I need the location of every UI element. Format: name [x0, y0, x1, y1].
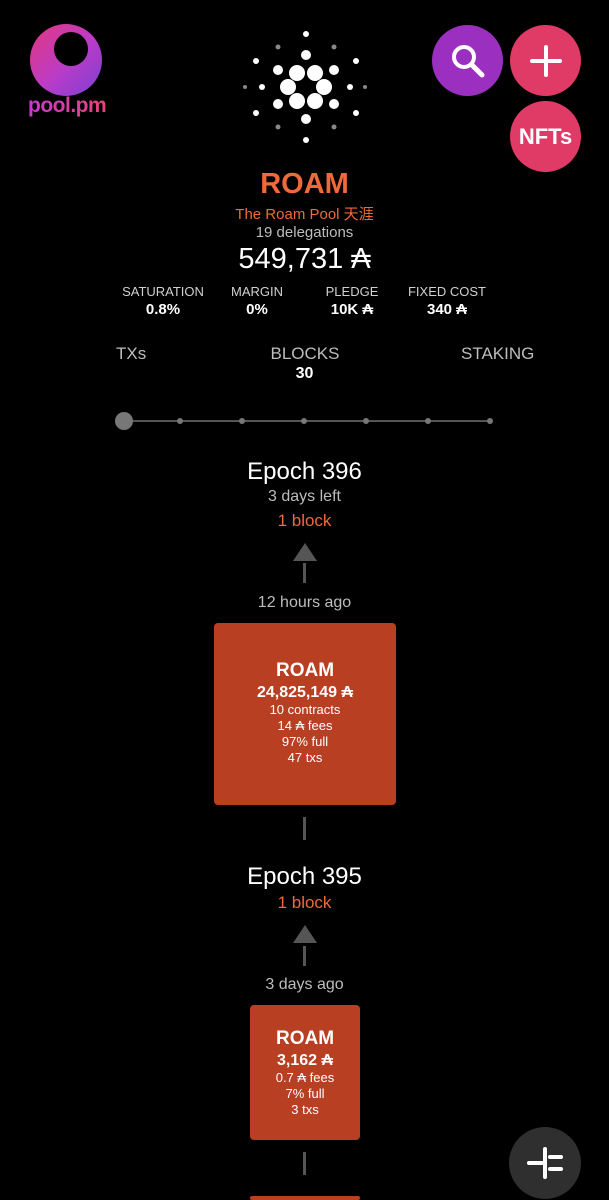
nfts-button-label: NFTs — [518, 123, 573, 149]
slider-tick[interactable] — [487, 418, 493, 424]
slider-tick[interactable] — [425, 418, 431, 424]
block-txs: 47 txs — [287, 750, 323, 765]
block-fees: 0.7 ₳ fees — [275, 1070, 335, 1085]
block-fees: 14 ₳ fees — [277, 718, 333, 733]
block-size: 3,162 ₳ — [276, 1052, 334, 1069]
tab-blocks-count: 30 — [295, 365, 314, 382]
view-toggle-button[interactable] — [509, 1127, 581, 1199]
slider-tick[interactable] — [177, 418, 183, 424]
search-button[interactable] — [432, 25, 503, 96]
stat-label: MARGIN — [231, 284, 283, 299]
arrow-up-icon — [293, 925, 317, 943]
stat-pledge: PLEDGE 10K ₳ — [297, 284, 407, 318]
plus-icon — [529, 44, 562, 77]
pool-pm-logo[interactable] — [30, 24, 102, 96]
block-size: 24,825,149 ₳ — [256, 684, 354, 701]
slider-tick[interactable] — [363, 418, 369, 424]
timeline-connector — [303, 1152, 306, 1175]
pool-live-stake: 549,731 ₳ — [238, 243, 371, 275]
timeline-connector — [303, 817, 306, 840]
logo-hole — [54, 32, 88, 66]
epoch-title: Epoch 396 — [247, 458, 362, 485]
stat-label: FIXED COST — [407, 284, 486, 299]
slider-tick[interactable] — [239, 418, 245, 424]
epoch-blocks: 1 block — [277, 511, 332, 530]
epoch-title: Epoch 395 — [247, 863, 362, 890]
block-pool-ticker: ROAM — [275, 660, 335, 681]
tab-staking[interactable]: STAKING — [461, 344, 534, 364]
stat-value: 10K ₳ — [330, 301, 374, 318]
split-view-icon — [527, 1147, 563, 1179]
block-time-ago: 12 hours ago — [257, 594, 352, 611]
nfts-button[interactable]: NFTs — [510, 101, 581, 172]
slider-tick[interactable] — [301, 418, 307, 424]
stat-margin: MARGIN 0% — [202, 284, 312, 318]
block-txs: 3 txs — [291, 1102, 319, 1117]
pool-ticker: ROAM — [260, 168, 349, 200]
block-contracts: 10 contracts — [269, 702, 341, 717]
search-icon — [451, 44, 484, 77]
stat-value: 340 ₳ — [426, 301, 468, 318]
block-time-ago: 3 days ago — [265, 976, 344, 993]
block-pool-ticker: ROAM — [275, 1028, 335, 1049]
tab-blocks[interactable]: BLOCKS — [240, 344, 370, 364]
block-fullness: 7% full — [285, 1086, 325, 1101]
epoch-time-left: 3 days left — [268, 488, 341, 505]
stat-fixed-cost: FIXED COST 340 ₳ — [392, 284, 502, 318]
stat-value: 0% — [246, 301, 268, 318]
block-fullness: 97% full — [281, 734, 329, 749]
block-card[interactable] — [250, 1196, 360, 1200]
pool-name: The Roam Pool 天涯 — [235, 206, 374, 223]
tab-txs[interactable]: TXs — [116, 344, 146, 364]
arrow-up-icon — [293, 543, 317, 561]
epoch-slider-handle[interactable] — [115, 412, 133, 430]
timeline-connector — [303, 946, 306, 966]
stat-label: PLEDGE — [325, 284, 379, 299]
pool-delegations: 19 delegations — [255, 224, 354, 241]
epoch-blocks: 1 block — [277, 893, 332, 912]
add-button[interactable] — [510, 25, 581, 96]
cardano-logo-icon — [243, 31, 367, 143]
block-card[interactable]: ROAM 3,162 ₳ 0.7 ₳ fees 7% full 3 txs — [250, 1005, 360, 1140]
block-card[interactable]: ROAM 24,825,149 ₳ 10 contracts 14 ₳ fees… — [214, 623, 396, 805]
logo-text[interactable]: pool.pm — [28, 94, 107, 118]
timeline-connector — [303, 563, 306, 583]
